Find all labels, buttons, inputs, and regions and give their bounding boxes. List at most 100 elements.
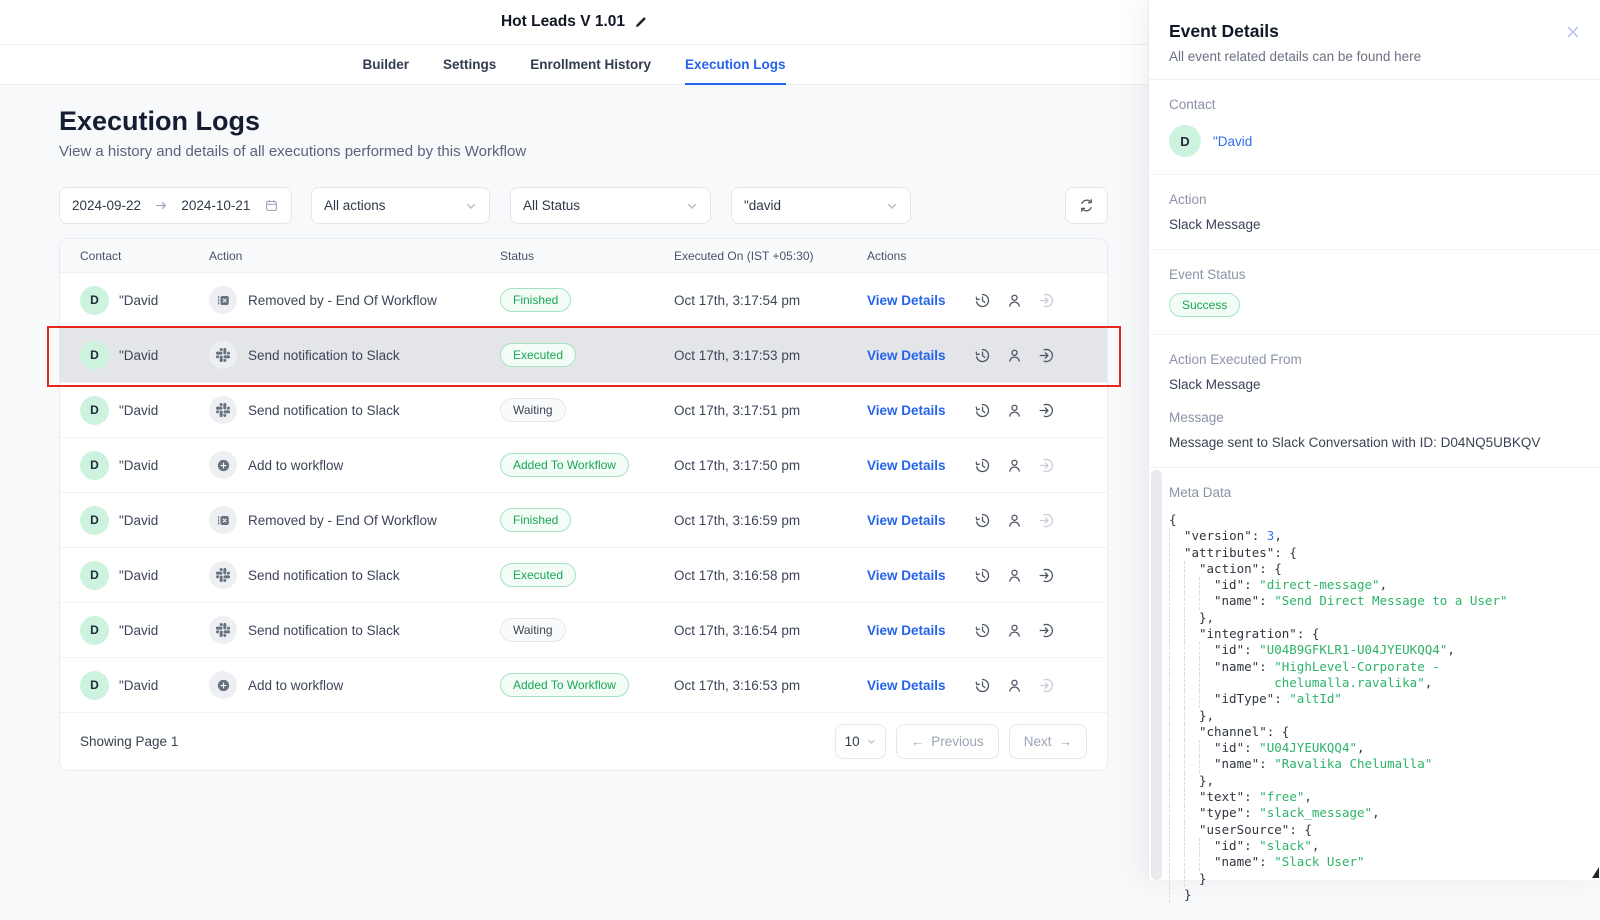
column-executed-on: Executed On (IST +05:30) — [674, 249, 867, 263]
contact-icon[interactable] — [1006, 347, 1038, 364]
view-details-link[interactable]: View Details — [867, 678, 946, 693]
panel-scrollbar[interactable] — [1151, 470, 1162, 880]
add-to-workflow-icon — [209, 451, 237, 479]
contact-icon[interactable] — [1006, 402, 1038, 419]
action-section: Action Slack Message — [1149, 175, 1600, 250]
contact-icon[interactable] — [1006, 457, 1038, 474]
status-badge: Executed — [500, 563, 576, 587]
remove-from-workflow-icon[interactable] — [1038, 347, 1070, 364]
actions-filter-select[interactable]: All actions — [311, 187, 490, 224]
action-value: Slack Message — [1169, 217, 1580, 232]
history-icon[interactable] — [974, 402, 1006, 419]
history-icon[interactable] — [974, 347, 1006, 364]
table-row[interactable]: D"DavidAdd to workflowAdded To WorkflowO… — [60, 438, 1107, 493]
contact-icon[interactable] — [1006, 567, 1038, 584]
workflow-title: Hot Leads V 1.01 — [501, 13, 625, 31]
contact-icon[interactable] — [1006, 622, 1038, 639]
date-range-picker[interactable]: 2024-09-22 2024-10-21 — [59, 187, 292, 224]
history-icon[interactable] — [974, 622, 1006, 639]
slack-icon — [209, 396, 237, 424]
event-status-section: Event Status Success — [1149, 250, 1600, 335]
action-label: Add to workflow — [248, 458, 343, 473]
column-actions: Actions — [867, 249, 1107, 263]
table-row[interactable]: D"DavidRemoved by - End Of WorkflowFinis… — [60, 273, 1107, 328]
history-icon[interactable] — [974, 457, 1006, 474]
tab-execution-logs[interactable]: Execution Logs — [685, 45, 786, 84]
contact-name: "David — [119, 513, 158, 528]
history-icon[interactable] — [974, 512, 1006, 529]
contact-icon[interactable] — [1006, 292, 1038, 309]
remove-from-workflow-icon[interactable] — [1038, 512, 1070, 529]
avatar: D — [1169, 125, 1201, 157]
view-details-link[interactable]: View Details — [867, 568, 946, 583]
contact-name: "David — [119, 678, 158, 693]
tab-enrollment-history[interactable]: Enrollment History — [530, 45, 651, 84]
event-details-panel: Event Details All event related details … — [1148, 0, 1600, 880]
contact-icon[interactable] — [1006, 677, 1038, 694]
chevron-down-icon — [886, 200, 898, 212]
status-badge: Added To Workflow — [500, 453, 629, 477]
executed-from-value: Slack Message — [1169, 377, 1580, 392]
executed-on-time: Oct 17th, 3:16:59 pm — [674, 513, 867, 528]
table-row[interactable]: D"DavidSend notification to SlackExecute… — [60, 328, 1107, 383]
tab-bar: Builder Settings Enrollment History Exec… — [0, 45, 1148, 85]
remove-from-workflow-icon[interactable] — [1038, 622, 1070, 639]
executed-from-section: Action Executed From Slack Message Messa… — [1149, 335, 1600, 468]
contact-section: Contact D "David — [1149, 80, 1600, 175]
contact-name: "David — [119, 348, 158, 363]
close-icon[interactable] — [1565, 24, 1581, 40]
action-label: Send notification to Slack — [248, 348, 400, 363]
contact-name: "David — [119, 623, 158, 638]
table-row[interactable]: D"DavidSend notification to SlackWaiting… — [60, 603, 1107, 658]
next-page-button[interactable]: Next → — [1009, 724, 1087, 759]
history-icon[interactable] — [974, 292, 1006, 309]
history-icon[interactable] — [974, 567, 1006, 584]
remove-from-workflow-icon[interactable] — [1038, 292, 1070, 309]
status-badge: Waiting — [500, 398, 566, 422]
view-details-link[interactable]: View Details — [867, 293, 946, 308]
remove-from-workflow-icon[interactable] — [1038, 402, 1070, 419]
view-details-link[interactable]: View Details — [867, 513, 946, 528]
executed-on-time: Oct 17th, 3:17:53 pm — [674, 348, 867, 363]
status-badge: Finished — [500, 288, 571, 312]
view-details-link[interactable]: View Details — [867, 458, 946, 473]
contact-name-link[interactable]: "David — [1213, 134, 1252, 149]
page-title: Execution Logs — [59, 106, 260, 137]
contact-icon[interactable] — [1006, 512, 1038, 529]
page-size-select[interactable]: 10 — [835, 724, 886, 759]
slack-icon — [209, 616, 237, 644]
avatar: D — [80, 616, 109, 645]
chevron-down-icon — [867, 737, 876, 746]
remove-from-workflow-icon[interactable] — [1038, 457, 1070, 474]
previous-page-button[interactable]: ← Previous — [896, 724, 999, 759]
status-badge: Executed — [500, 343, 576, 367]
removed-from-workflow-icon — [209, 506, 237, 534]
table-body: D"DavidRemoved by - End Of WorkflowFinis… — [60, 273, 1107, 713]
history-icon[interactable] — [974, 677, 1006, 694]
add-to-workflow-icon — [209, 671, 237, 699]
tab-builder[interactable]: Builder — [362, 45, 409, 84]
edit-pencil-icon[interactable] — [634, 16, 647, 29]
panel-title: Event Details — [1169, 21, 1580, 42]
table-row[interactable]: D"DavidSend notification to SlackWaiting… — [60, 383, 1107, 438]
table-row[interactable]: D"DavidAdd to workflowAdded To WorkflowO… — [60, 658, 1107, 713]
contact-filter-select[interactable]: "david — [731, 187, 911, 224]
action-label: Send notification to Slack — [248, 623, 400, 638]
remove-from-workflow-icon[interactable] — [1038, 567, 1070, 584]
executed-on-time: Oct 17th, 3:17:51 pm — [674, 403, 867, 418]
contact-name: "David — [119, 403, 158, 418]
avatar: D — [80, 451, 109, 480]
view-details-link[interactable]: View Details — [867, 623, 946, 638]
date-from[interactable]: 2024-09-22 — [72, 198, 141, 213]
date-to[interactable]: 2024-10-21 — [181, 198, 250, 213]
executed-on-time: Oct 17th, 3:16:58 pm — [674, 568, 867, 583]
action-label: Send notification to Slack — [248, 403, 400, 418]
view-details-link[interactable]: View Details — [867, 348, 946, 363]
view-details-link[interactable]: View Details — [867, 403, 946, 418]
table-row[interactable]: D"DavidSend notification to SlackExecute… — [60, 548, 1107, 603]
status-filter-select[interactable]: All Status — [510, 187, 711, 224]
table-row[interactable]: D"DavidRemoved by - End Of WorkflowFinis… — [60, 493, 1107, 548]
refresh-button[interactable] — [1065, 187, 1108, 224]
remove-from-workflow-icon[interactable] — [1038, 677, 1070, 694]
tab-settings[interactable]: Settings — [443, 45, 496, 84]
